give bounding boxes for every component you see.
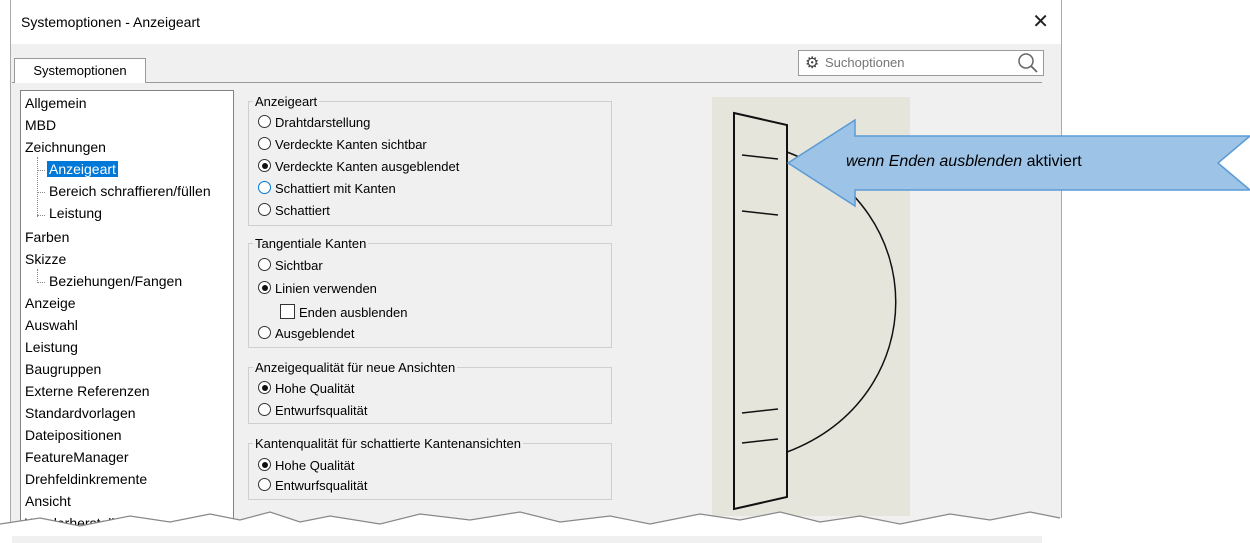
radio-circle: [258, 203, 271, 216]
search-icon[interactable]: [1017, 52, 1039, 74]
radio-drahtdarstellung[interactable]: Drahtdarstellung: [258, 115, 370, 130]
radio-circle: [258, 159, 271, 172]
radio-schattiert[interactable]: Schattiert: [258, 203, 330, 218]
tree-connector: [37, 170, 45, 171]
tree-item-leistung-zeichnung[interactable]: Leistung: [49, 205, 102, 221]
radio-sichtbar[interactable]: Sichtbar: [258, 258, 323, 273]
radio-entwurfsqualitaet[interactable]: Entwurfsqualität: [258, 403, 368, 418]
radio-kanten-hohe-qualitaet[interactable]: Hohe Qualität: [258, 458, 355, 473]
radio-label: Schattiert: [275, 203, 330, 218]
radio-circle: [258, 137, 271, 150]
tree-item-featuremanager[interactable]: FeatureManager: [25, 449, 129, 465]
gear-icon[interactable]: ⚙: [805, 53, 819, 73]
tree-connector: [37, 282, 45, 283]
tree-item-baugruppen[interactable]: Baugruppen: [25, 361, 101, 377]
radio-verdeckte-ausgeblendet[interactable]: Verdeckte Kanten ausgeblendet: [258, 159, 459, 174]
radio-label: Verdeckte Kanten ausgeblendet: [275, 159, 460, 174]
options-tree[interactable]: Allgemein MBD Zeichnungen Anzeigeart Ber…: [20, 90, 234, 532]
tree-item-standardvorlagen[interactable]: Standardvorlagen: [25, 405, 136, 421]
callout-italic: wenn Enden ausblenden: [846, 153, 1023, 170]
radio-circle: [258, 458, 271, 471]
tree-connector: [37, 269, 38, 283]
title-bar: Systemoptionen - Anzeigeart ✕: [11, 0, 1061, 44]
tree-connector: [37, 192, 45, 193]
tree-item-beziehungen[interactable]: Beziehungen/Fangen: [49, 273, 182, 289]
tree-item-drehfeldinkremente[interactable]: Drehfeldinkremente: [25, 471, 147, 487]
tree-connector: [37, 215, 45, 216]
radio-kanten-entwurfsqualitaet[interactable]: Entwurfsqualität: [258, 478, 368, 493]
search-box: ⚙: [798, 50, 1044, 76]
checkbox-label: Enden ausblenden: [299, 305, 408, 320]
tree-item-leistung[interactable]: Leistung: [25, 339, 78, 355]
checkbox-enden-ausblenden[interactable]: Enden ausblenden: [280, 304, 407, 320]
tree-item-externe-referenzen[interactable]: Externe Referenzen: [25, 383, 150, 399]
group-title: Anzeigequalität für neue Ansichten: [255, 360, 456, 375]
radio-label: Entwurfsqualität: [275, 403, 368, 418]
tree-item-auswahl[interactable]: Auswahl: [25, 317, 78, 333]
tree-item-zeichnungen[interactable]: Zeichnungen: [25, 139, 106, 155]
radio-linien-verwenden[interactable]: Linien verwenden: [258, 281, 377, 296]
radio-circle: [258, 115, 271, 128]
radio-label: Linien verwenden: [275, 281, 377, 296]
callout-text: wenn Enden ausblenden aktiviert: [846, 153, 1082, 171]
radio-circle: [258, 258, 271, 271]
torn-edge: [0, 511, 1250, 536]
group-title: Tangentiale Kanten: [255, 236, 367, 251]
group-title: Anzeigeart: [255, 94, 318, 109]
tree-item-farben[interactable]: Farben: [25, 229, 69, 245]
radio-label: Entwurfsqualität: [275, 478, 368, 493]
radio-label: Sichtbar: [275, 258, 323, 273]
radio-circle: [258, 478, 271, 491]
tree-item-mbd[interactable]: MBD: [25, 117, 56, 133]
search-input[interactable]: [825, 53, 1005, 71]
tree-item-bereich-schraffieren[interactable]: Bereich schraffieren/füllen: [49, 183, 211, 199]
radio-schattiert-mit-kanten[interactable]: Schattiert mit Kanten: [258, 181, 396, 196]
radio-hohe-qualitaet[interactable]: Hohe Qualität: [258, 381, 355, 396]
tree-item-anzeige[interactable]: Anzeige: [25, 295, 76, 311]
radio-label: Schattiert mit Kanten: [275, 181, 396, 196]
window-title: Systemoptionen - Anzeigeart: [21, 14, 200, 30]
radio-label: Verdeckte Kanten sichtbar: [275, 137, 427, 152]
tab-systemoptionen[interactable]: Systemoptionen: [14, 58, 146, 83]
group-title: Kantenqualität für schattierte Kantenans…: [255, 436, 521, 451]
radio-circle: [258, 403, 271, 416]
radio-label: Hohe Qualität: [275, 381, 355, 396]
radio-circle: [258, 381, 271, 394]
tree-item-dateipositionen[interactable]: Dateipositionen: [25, 427, 122, 443]
radio-circle: [258, 181, 271, 194]
radio-circle: [258, 281, 271, 294]
tree-item-skizze[interactable]: Skizze: [25, 251, 66, 267]
tree-item-allgemein[interactable]: Allgemein: [25, 95, 86, 111]
radio-label: Ausgeblendet: [275, 326, 355, 341]
radio-ausgeblendet[interactable]: Ausgeblendet: [258, 326, 355, 341]
close-icon[interactable]: ✕: [1032, 9, 1049, 34]
radio-label: Drahtdarstellung: [275, 115, 371, 130]
tree-item-anzeigeart[interactable]: Anzeigeart: [47, 161, 118, 177]
radio-label: Hohe Qualität: [275, 458, 355, 473]
radio-verdeckte-sichtbar[interactable]: Verdeckte Kanten sichtbar: [258, 137, 427, 152]
callout-rest: aktiviert: [1022, 153, 1082, 170]
checkbox-box: [280, 304, 295, 319]
radio-circle: [258, 326, 271, 339]
tree-connector: [37, 157, 38, 217]
